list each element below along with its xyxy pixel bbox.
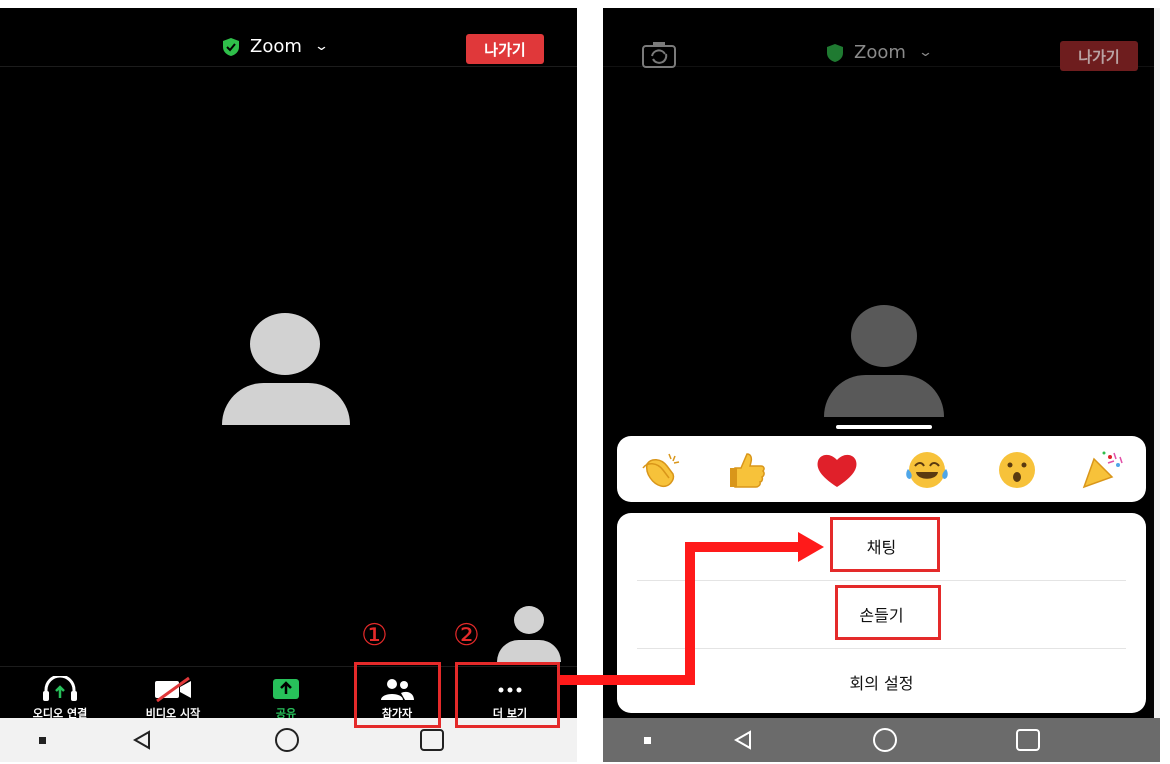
annotation-arrow: [560, 532, 824, 685]
